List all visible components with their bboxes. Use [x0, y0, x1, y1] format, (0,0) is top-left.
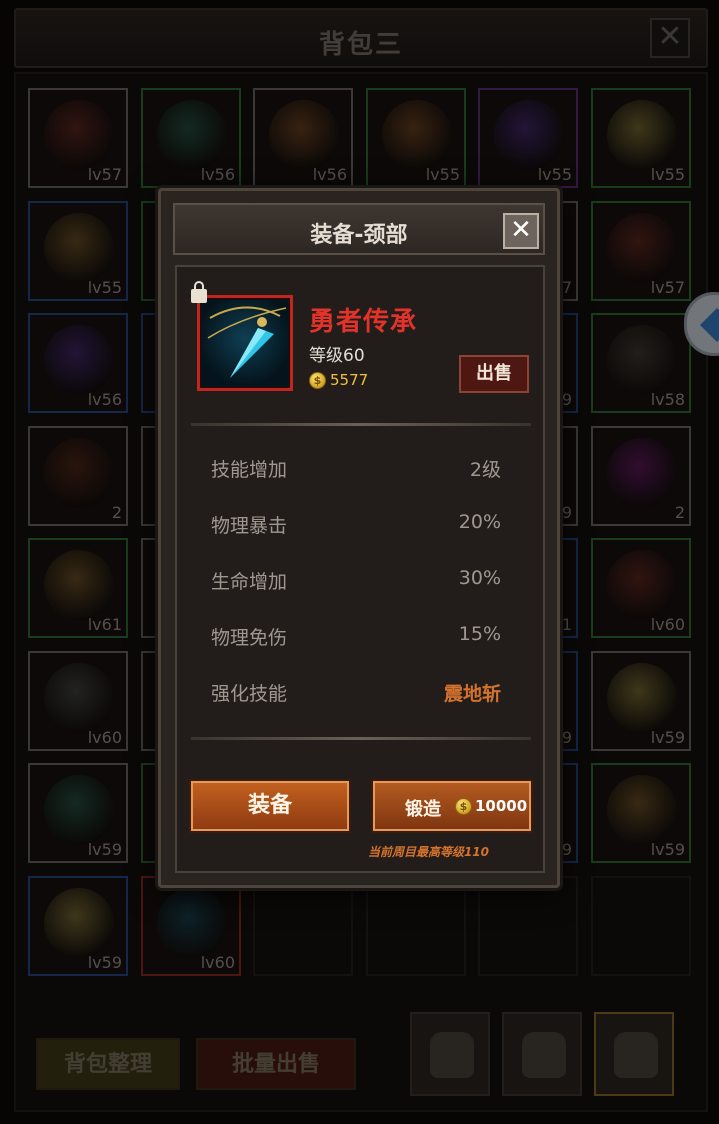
stat-value: 15% — [458, 623, 501, 645]
divider-top — [191, 423, 531, 426]
forge-label: 锻造 — [405, 799, 441, 820]
stat-label: 强化技能 — [211, 683, 288, 705]
stat-label: 生命增加 — [211, 571, 288, 593]
stat-value: 20% — [458, 511, 501, 533]
item-name: 勇者传承 — [309, 307, 418, 337]
item-price-value: 5577 — [330, 371, 369, 389]
stat-row: 物理免伤 15% — [211, 619, 501, 651]
dialog-title: 装备-颈部 — [310, 223, 408, 248]
dialog-body: 勇者传承 等级60 $5577 出售 技能增加 2级物理暴击 20% 生命增加 30% 物… — [175, 265, 545, 873]
stat-value: 2级 — [469, 459, 501, 481]
stat-row: 物理暴击 20% — [211, 507, 501, 539]
stat-row: 技能增加 2级 — [211, 451, 501, 483]
item-price: $5577 — [309, 371, 368, 389]
stat-row: 强化技能 震地斩 — [211, 675, 501, 707]
stat-row: 生命增加 30% — [211, 563, 501, 595]
stat-label: 物理暴击 — [211, 515, 288, 537]
coin-icon: $ — [309, 372, 326, 389]
stat-label: 物理免伤 — [211, 627, 288, 649]
dialog-close-button[interactable]: ✕ — [503, 213, 539, 249]
equip-button[interactable]: 装备 — [191, 781, 349, 831]
pendant-icon — [207, 306, 287, 378]
stat-value: 震地斩 — [443, 683, 501, 705]
lock-icon[interactable] — [191, 281, 207, 303]
forge-cost-value: 10000 — [475, 797, 528, 815]
forge-cost: $10000 — [455, 797, 527, 815]
stat-label: 技能增加 — [211, 459, 288, 481]
item-level: 等级60 — [309, 346, 365, 366]
forge-button[interactable]: 锻造 $10000 — [373, 781, 531, 831]
coin-icon: $ — [455, 798, 472, 815]
sell-button[interactable]: 出售 — [459, 355, 529, 393]
stat-value: 30% — [458, 567, 501, 589]
equipment-dialog: 装备-颈部 ✕ 勇者传承 等级60 $5577 出售 技能增加 2级物理暴击 20%… — [158, 188, 560, 888]
forge-level-note: 当前周目最高等级110 — [367, 845, 489, 859]
item-icon-frame[interactable] — [197, 295, 293, 391]
dialog-header: 装备-颈部 — [173, 203, 545, 255]
divider-bottom — [191, 737, 531, 740]
